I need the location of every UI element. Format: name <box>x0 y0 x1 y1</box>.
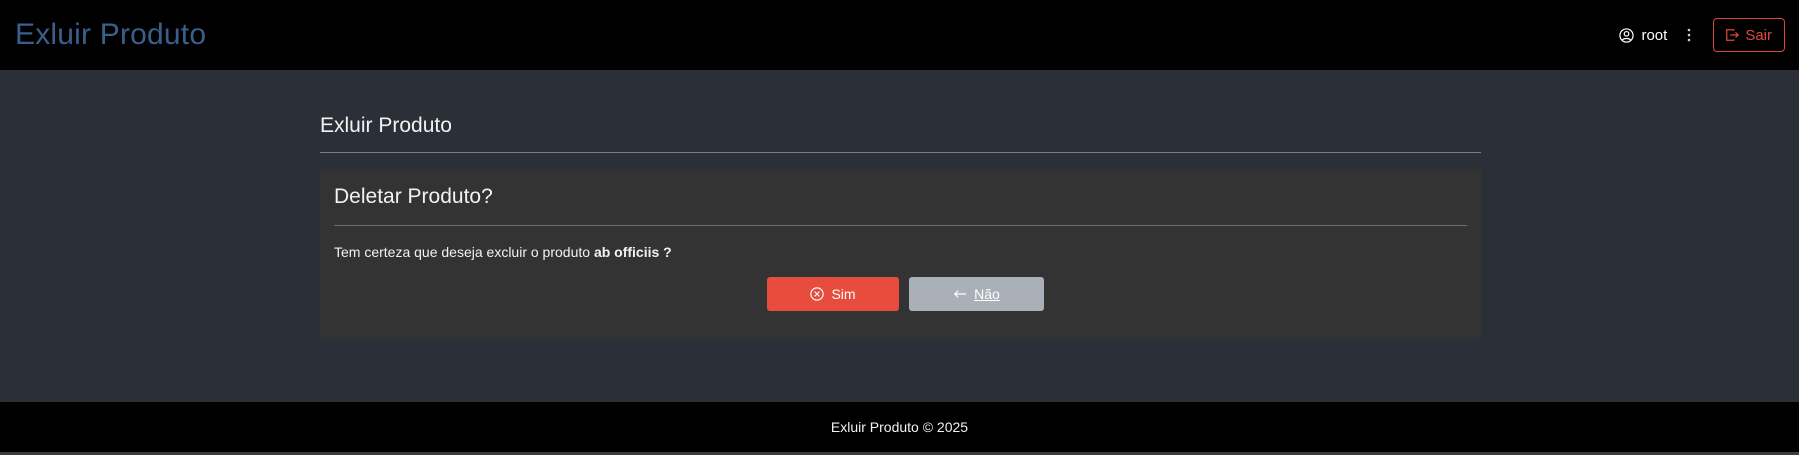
navbar: Exluir Produto root Sair <box>0 0 1799 70</box>
footer: Exluir Produto © 2025 <box>0 402 1799 452</box>
card-title: Deletar Produto? <box>334 185 493 208</box>
delete-card: Deletar Produto? Tem certeza que deseja … <box>320 169 1481 339</box>
user-name: root <box>1641 26 1668 44</box>
product-name: ab officiis ? <box>593 244 672 260</box>
page: Exluir Produto root Sair Exluir Produto … <box>0 0 1799 455</box>
nav-right: root Sair <box>1619 18 1785 52</box>
confirm-question: Tem certeza que deseja excluir o produto… <box>334 242 1467 262</box>
user-menu[interactable]: root <box>1619 27 1667 44</box>
no-label: Não <box>974 286 1000 302</box>
arrow-left-icon <box>953 288 974 300</box>
actions: Sim Não <box>320 277 1481 311</box>
page-title: Exluir Produto <box>320 114 452 137</box>
brand-title[interactable]: Exluir Produto <box>15 18 206 52</box>
footer-text: Exluir Produto © 2025 <box>830 419 969 435</box>
main-content: Exluir Produto Deletar Produto? Tem cert… <box>320 112 1481 339</box>
x-circle-icon <box>810 287 831 301</box>
logout-button[interactable]: Sair <box>1713 18 1785 52</box>
yes-button[interactable]: Sim <box>767 277 899 311</box>
card-divider <box>334 225 1467 226</box>
user-circle-icon <box>1619 27 1641 43</box>
question-text: Tem certeza que deseja excluir o produto <box>334 244 594 260</box>
logout-label: Sair <box>1745 26 1772 44</box>
kebab-menu-icon[interactable] <box>1681 23 1697 47</box>
yes-label: Sim <box>831 286 856 302</box>
divider <box>320 152 1481 153</box>
logout-icon <box>1725 28 1745 42</box>
no-button[interactable]: Não <box>909 277 1044 311</box>
